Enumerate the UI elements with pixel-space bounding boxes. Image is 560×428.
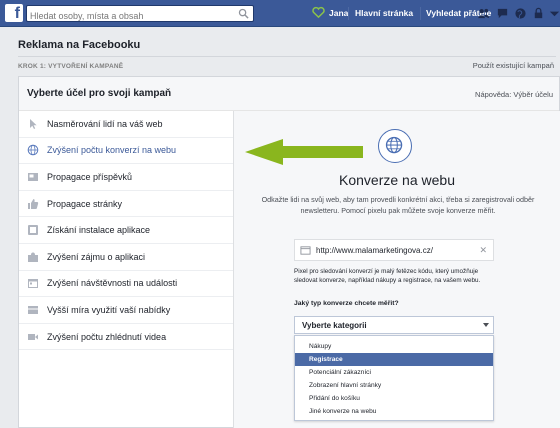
annotation-arrow-icon [245, 139, 363, 165]
objective-item-page-likes[interactable]: Propagace stránky [19, 191, 233, 218]
search-input[interactable] [27, 8, 232, 24]
divider [348, 7, 349, 20]
cursor-icon [30, 118, 37, 129]
dropdown-option-leads[interactable]: Potenciální zákazníci [295, 366, 493, 379]
step-label: KROK 1: VYTVOŘENÍ KAMPANĚ [18, 63, 124, 70]
conversion-title: Konverze na webu [339, 172, 455, 188]
dropdown-option-key-page-views[interactable]: Zobrazení hlavní stránky [295, 379, 493, 392]
globe-icon [378, 129, 412, 163]
website-url-field[interactable]: http://www.malamarketingova.cz/ ✕ [294, 239, 494, 261]
objective-item-offer-claims[interactable]: Vyšší míra využití vaší nabídky [19, 297, 233, 324]
video-icon [28, 333, 38, 340]
objective-label: Propagace stránky [47, 198, 123, 209]
privacy-lock-icon[interactable] [532, 7, 545, 20]
dropdown-option-purchases[interactable]: Nákupy [295, 340, 493, 353]
conversion-description: Odkažte lidi na svůj web, aby tam proved… [261, 195, 535, 215]
notifications-globe-icon[interactable] [514, 7, 527, 20]
use-existing-campaign-link[interactable]: Použít existující kampaň [473, 61, 554, 70]
website-url-value[interactable]: http://www.malamarketingova.cz/ [316, 246, 433, 255]
facebook-logo-icon[interactable]: f [5, 4, 23, 22]
objective-label: Nasměrování lidí na váš web [47, 118, 163, 129]
app-icon [28, 225, 38, 236]
objective-item-page-post-engagement[interactable]: Propagace příspěvků [19, 164, 233, 191]
heart-icon[interactable] [312, 6, 325, 19]
conversion-category-dropdown: Nákupy Registrace Potenciální zákazníci … [294, 335, 494, 421]
clear-url-icon[interactable]: ✕ [479, 245, 487, 256]
objective-label: Zvýšení návštěvnosti na události [47, 278, 178, 289]
panel-header: Vyberte účel pro svoji kampaň Nápověda: … [19, 77, 559, 111]
pixel-explanation: Pixel pro sledování konverzí je malý fet… [294, 268, 481, 285]
friend-requests-icon[interactable] [477, 7, 490, 20]
objective-label: Zvýšení počtu konverzí na webu [47, 145, 177, 156]
objective-label: Získání instalace aplikace [47, 225, 151, 236]
messages-icon[interactable] [496, 7, 509, 20]
objective-label: Propagace příspěvků [47, 171, 133, 182]
post-icon [28, 172, 38, 181]
objective-item-app-engagement[interactable]: Zvýšení zájmu o aplikaci [19, 244, 233, 271]
puzzle-icon [28, 252, 38, 262]
offer-icon [28, 305, 38, 314]
conversion-type-question: Jaký typ konverze chcete měřit? [294, 300, 399, 307]
like-icon [28, 198, 39, 209]
objective-list: Nasměrování lidí na váš web Zvýšení počt… [19, 111, 234, 428]
objective-label: Zvýšení počtu zhlédnutí videa [47, 331, 167, 342]
objective-label: Vyšší míra využití vaší nabídky [47, 304, 171, 315]
dropdown-option-add-to-cart[interactable]: Přidání do košíku [295, 392, 493, 405]
select-value: Vyberte kategorii [302, 321, 367, 330]
objective-item-website-conversions[interactable]: Zvýšení počtu konverzí na webu [19, 137, 234, 165]
objective-item-website-clicks[interactable]: Nasměrování lidí na váš web [19, 111, 233, 138]
search-icon[interactable] [238, 8, 249, 19]
settings-caret-icon[interactable] [548, 7, 560, 20]
conversion-category-select[interactable]: Vyberte kategorii [294, 316, 494, 334]
calendar-icon [28, 279, 38, 289]
top-navigation-bar: f Jana Hlavní stránka Vyhledat přátele [0, 0, 560, 27]
divider [18, 56, 556, 57]
panel-title: Vyberte účel pro svoji kampaň [27, 88, 172, 99]
dropdown-option-registration[interactable]: Registrace [295, 353, 493, 366]
divider [420, 7, 421, 20]
search-box[interactable] [26, 5, 254, 24]
chevron-down-icon[interactable] [483, 323, 489, 327]
objective-label: Zvýšení zájmu o aplikaci [47, 251, 146, 262]
campaign-objective-panel: Vyberte účel pro svoji kampaň Nápověda: … [18, 76, 560, 428]
objective-item-video-views[interactable]: Zvýšení počtu zhlédnutí videa [19, 324, 233, 351]
objective-item-app-installs[interactable]: Získání instalace aplikace [19, 217, 233, 244]
nav-home-link[interactable]: Hlavní stránka [355, 8, 413, 18]
dropdown-option-other-conversions[interactable]: Jiné konverze na webu [295, 405, 493, 418]
help-link[interactable]: Nápověda: Výběr účelu [475, 90, 553, 99]
globe-icon [27, 145, 39, 156]
objective-item-event-responses[interactable]: Zvýšení návštěvnosti na události [19, 271, 233, 298]
page-title: Reklama na Facebooku [18, 39, 141, 51]
webpage-icon [300, 246, 311, 255]
profile-link[interactable]: Jana [329, 8, 348, 18]
